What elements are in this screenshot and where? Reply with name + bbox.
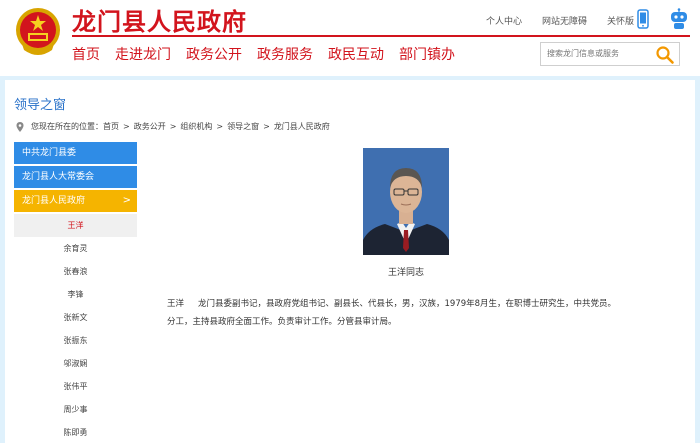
breadcrumb-home[interactable]: 首页 bbox=[103, 121, 119, 132]
national-emblem-icon bbox=[16, 8, 60, 55]
nav-gov-services[interactable]: 政务服务 bbox=[257, 44, 313, 64]
user-center-link[interactable]: 个人中心 bbox=[486, 14, 522, 27]
leader-item[interactable]: 张新文 bbox=[14, 306, 137, 329]
nav-departments[interactable]: 部门镇办 bbox=[399, 44, 455, 64]
breadcrumb-separator: > bbox=[263, 122, 270, 131]
nav-home[interactable]: 首页 bbox=[72, 44, 100, 64]
sidebar: 中共龙门县委 龙门县人大常委会 龙门县人民政府 > 王洋 余育灵 张春浪 李锋 … bbox=[14, 142, 137, 443]
leader-responsibilities: 分工，主持县政府全面工作。负责审计工作。分管县审计局。 bbox=[167, 317, 397, 327]
breadcrumb-gov-affairs[interactable]: 政务公开 bbox=[134, 121, 166, 132]
breadcrumb-county-gov[interactable]: 龙门县人民政府 bbox=[274, 121, 330, 132]
breadcrumb: 您现在所在的位置： 首页 > 政务公开 > 组织机构 > 领导之窗 > 龙门县人… bbox=[16, 121, 330, 132]
header-divider bbox=[72, 35, 690, 37]
leader-item[interactable]: 张春浪 bbox=[14, 260, 137, 283]
leader-list: 王洋 余育灵 张春浪 李锋 张新文 张振东 邬淑娴 张伟平 周少事 陈即勇 bbox=[14, 214, 137, 443]
sidebar-item-county-government[interactable]: 龙门县人民政府 > bbox=[14, 190, 137, 212]
care-mode-link[interactable]: 关怀版 bbox=[607, 14, 634, 27]
page: 龙门县人民政府 个人中心 网站无障碍 关怀版 首页 走进龙门 政务公开 政务服务… bbox=[0, 0, 700, 443]
sidebar-item-label: 龙门县人大常委会 bbox=[22, 172, 95, 182]
breadcrumb-organization[interactable]: 组织机构 bbox=[180, 121, 212, 132]
sidebar-item-label: 龙门县人民政府 bbox=[22, 196, 86, 206]
portrait-caption: 王洋同志 bbox=[387, 268, 424, 278]
location-pin-icon bbox=[16, 121, 24, 132]
breadcrumb-leaders[interactable]: 领导之窗 bbox=[227, 121, 259, 132]
leader-name: 王洋 bbox=[167, 299, 185, 309]
search-icon[interactable] bbox=[655, 45, 675, 65]
main-nav: 首页 走进龙门 政务公开 政务服务 政民互动 部门镇办 bbox=[72, 44, 470, 64]
section-title: 领导之窗 bbox=[14, 98, 67, 113]
breadcrumb-separator: > bbox=[169, 122, 177, 131]
leader-description: 王洋 龙门县委副书记，县政府党组书记、副县长、代县长，男，汉族，1979年8月生，… bbox=[167, 295, 657, 331]
description-line-1: 王洋 龙门县委副书记，县政府党组书记、副县长、代县长，男，汉族，1979年8月生，… bbox=[167, 295, 657, 313]
search-box bbox=[540, 42, 680, 66]
nav-gov-affairs[interactable]: 政务公开 bbox=[186, 44, 242, 64]
sidebar-item-peoples-congress[interactable]: 龙门县人大常委会 bbox=[14, 166, 137, 188]
breadcrumb-separator: > bbox=[216, 122, 224, 131]
leader-positions: 龙门县委副书记，县政府党组书记、副县长、代县长，男，汉族，1979年8月生，在职… bbox=[198, 299, 617, 309]
leader-item[interactable]: 张振东 bbox=[14, 329, 137, 352]
leader-item[interactable]: 余育灵 bbox=[14, 237, 137, 260]
sidebar-item-county-party-committee[interactable]: 中共龙门县委 bbox=[14, 142, 137, 164]
leader-item[interactable]: 李锋 bbox=[14, 283, 137, 306]
sidebar-item-label: 中共龙门县委 bbox=[22, 148, 77, 158]
nav-interaction[interactable]: 政民互动 bbox=[328, 44, 384, 64]
site-header: 龙门县人民政府 个人中心 网站无障碍 关怀版 首页 走进龙门 政务公开 政务服务… bbox=[0, 0, 700, 76]
chevron-right-icon: > bbox=[122, 195, 131, 206]
mobile-phone-icon[interactable] bbox=[637, 9, 649, 29]
breadcrumb-separator: > bbox=[123, 122, 130, 131]
leader-item[interactable]: 邬淑娴 bbox=[14, 352, 137, 375]
site-title[interactable]: 龙门县人民政府 bbox=[72, 2, 247, 37]
accessibility-link[interactable]: 网站无障碍 bbox=[542, 14, 587, 27]
nav-about-longmen[interactable]: 走进龙门 bbox=[115, 44, 171, 64]
search-input[interactable] bbox=[547, 49, 647, 58]
leader-item[interactable]: 周少事 bbox=[14, 398, 137, 421]
leader-item[interactable]: 陈即勇 bbox=[14, 421, 137, 443]
breadcrumb-prefix: 您现在所在的位置： bbox=[31, 122, 103, 131]
leader-portrait bbox=[363, 148, 449, 255]
robot-assistant-icon[interactable] bbox=[668, 8, 690, 30]
leader-item[interactable]: 张伟平 bbox=[14, 375, 137, 398]
leader-item[interactable]: 王洋 bbox=[14, 214, 137, 237]
top-links: 个人中心 网站无障碍 关怀版 bbox=[486, 14, 654, 27]
